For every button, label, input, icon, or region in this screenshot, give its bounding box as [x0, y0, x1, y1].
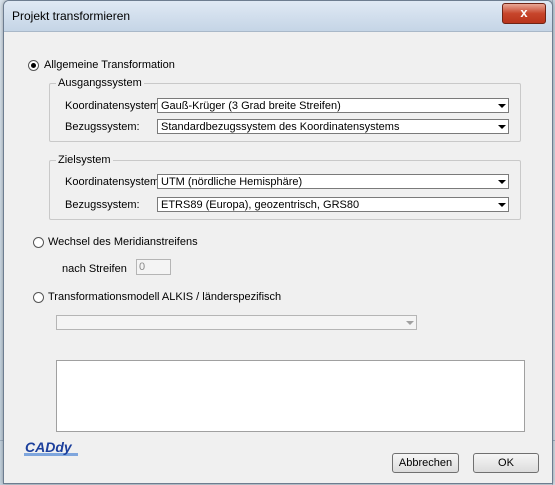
- label-meridian-change: Wechsel des Meridianstreifens: [48, 236, 198, 248]
- close-icon: x: [520, 5, 528, 20]
- source-coord-value: Gauß-Krüger (3 Grad breite Streifen): [161, 100, 341, 112]
- info-text-area[interactable]: [56, 360, 525, 432]
- label-target-coord: Koordinatensystem:: [65, 176, 163, 188]
- ok-button[interactable]: OK: [473, 453, 539, 473]
- dialog-window: Projekt transformieren x Allgemeine Tran…: [3, 0, 553, 484]
- target-ref-system-select[interactable]: ETRS89 (Europa), geozentrisch, GRS80: [157, 197, 509, 212]
- source-coord-system-select[interactable]: Gauß-Krüger (3 Grad breite Streifen): [157, 98, 509, 113]
- target-ref-value: ETRS89 (Europa), geozentrisch, GRS80: [161, 199, 360, 211]
- title-bar[interactable]: Projekt transformieren x: [4, 1, 552, 32]
- label-alkis-model: Transformationsmodell ALKIS / länderspez…: [48, 291, 282, 303]
- cancel-button[interactable]: Abbrechen: [392, 453, 459, 473]
- chevron-down-icon[interactable]: [404, 317, 415, 328]
- label-general-transformation: Allgemeine Transformation: [44, 59, 175, 71]
- group-target-title: Zielsystem: [56, 154, 113, 166]
- chevron-down-icon[interactable]: [496, 176, 507, 187]
- radio-meridian-change[interactable]: [33, 237, 44, 248]
- target-strip-input[interactable]: 0: [136, 259, 171, 275]
- target-coord-system-select[interactable]: UTM (nördliche Hemisphäre): [157, 174, 509, 189]
- caddy-logo-icon: CADdy: [24, 439, 78, 456]
- group-target-system: Zielsystem Koordinatensystem: UTM (nördl…: [49, 154, 521, 220]
- window-title: Projekt transformieren: [12, 9, 131, 23]
- chevron-down-icon[interactable]: [496, 121, 507, 132]
- label-target-ref: Bezugssystem:: [65, 199, 140, 211]
- label-source-coord: Koordinatensystem:: [65, 100, 163, 112]
- group-source-title: Ausgangssystem: [56, 77, 144, 89]
- group-source-system: Ausgangssystem Koordinatensystem: Gauß-K…: [49, 77, 521, 142]
- radio-general-transformation[interactable]: [28, 60, 39, 71]
- target-coord-value: UTM (nördliche Hemisphäre): [161, 176, 303, 188]
- close-button[interactable]: x: [502, 3, 546, 24]
- caddy-logo: CADdy: [24, 438, 78, 458]
- label-source-ref: Bezugssystem:: [65, 121, 140, 133]
- chevron-down-icon[interactable]: [496, 100, 507, 111]
- logo-text: CADdy: [25, 439, 73, 455]
- radio-alkis-model[interactable]: [33, 292, 44, 303]
- alkis-model-select[interactable]: [56, 315, 417, 330]
- source-ref-value: Standardbezugssystem des Koordinatensyst…: [161, 121, 400, 133]
- source-ref-system-select[interactable]: Standardbezugssystem des Koordinatensyst…: [157, 119, 509, 134]
- chevron-down-icon[interactable]: [496, 199, 507, 210]
- label-target-strip: nach Streifen: [62, 263, 127, 275]
- dialog-client: Allgemeine Transformation Ausgangssystem…: [10, 33, 546, 479]
